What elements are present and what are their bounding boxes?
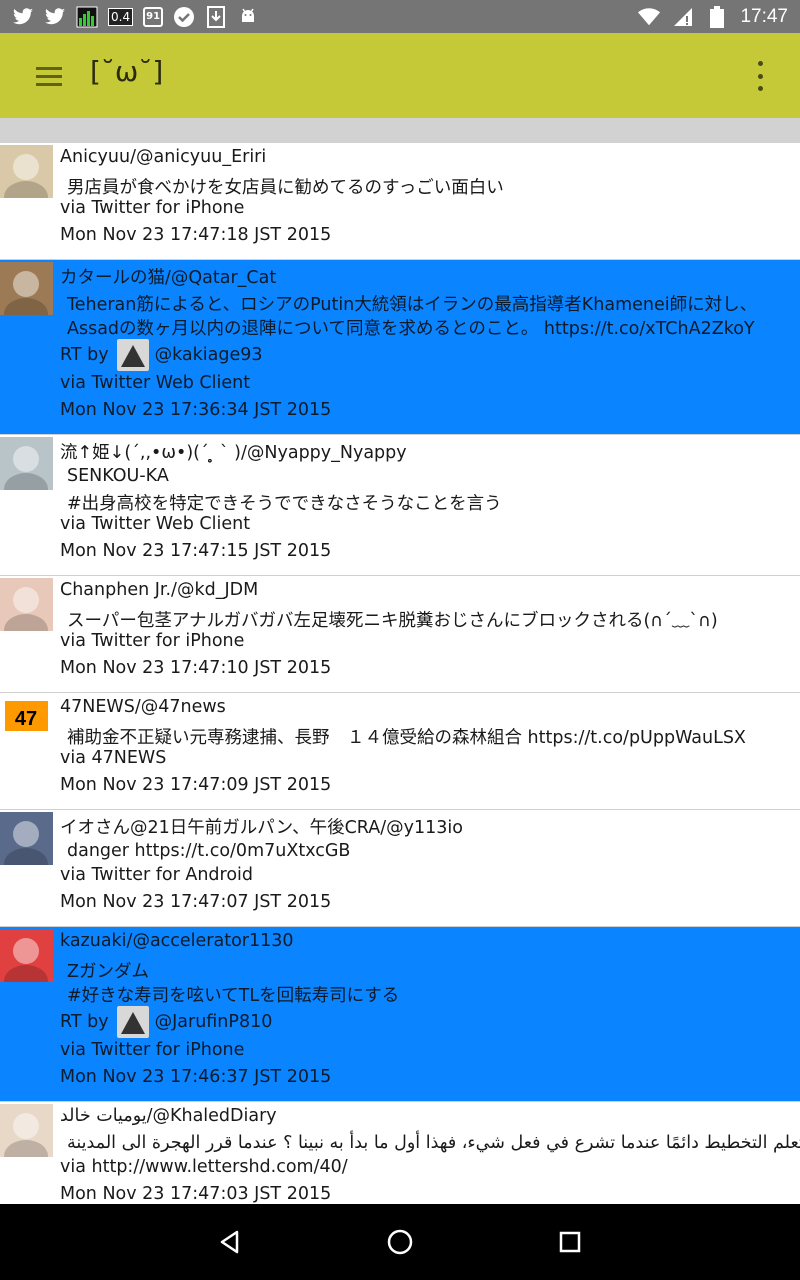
tweet-text: Zガンダム [67,962,149,982]
home-circle-icon[interactable] [382,1224,418,1260]
tweet-author: 47NEWS/@47news [60,697,226,717]
retweeter-handle[interactable]: @JarufinP810 [155,1012,273,1032]
battery-icon [706,5,728,28]
avatar[interactable] [0,578,53,631]
tweet-text: Assadの数ヶ月以内の退陣について同意を求めるとのこと。 https://t.… [67,319,755,339]
tweet-row[interactable]: イオさん@21日午前ガルパン、午後CRA/@y113io danger https… [0,810,800,927]
tweet-source: via Twitter Web Client [60,514,251,534]
tweet-text: #好きな寿司を呟いてTLを回転寿司にする [67,986,400,1006]
tweet-text: SENKOU-KA [67,466,169,486]
avatar[interactable] [0,145,53,198]
tweet-source: via Twitter for iPhone [60,631,245,651]
status-bar-system: 17:47 [638,0,788,33]
status-bar: 0.4 91 17:47 [0,0,800,33]
status-bar-clock: 17:47 [740,5,788,27]
tweet-source: via Twitter for Android [60,865,254,885]
tweet-source: via 47NEWS [60,748,167,768]
tweet-row[interactable]: カタールの猫/@Qatar_Cat Teheran筋によると、ロシアのPutin大… [0,260,800,435]
tweet-row[interactable]: يوميات خالد/@KhaledDiary تعلم التخطيط دائ… [0,1102,800,1204]
rt-prefix: RT by [60,1012,109,1032]
tweet-text: スーパー包茎アナルガバガバ左足壊死ニキ脱糞おじさんにブロックされる(∩´﹏`∩) [67,611,718,631]
wifi-icon [638,6,661,28]
tweet-author: イオさん@21日午前ガルパン、午後CRA/@y113io [60,818,463,838]
tweet-source: via http://www.lettershd.com/40/ [60,1157,348,1177]
tweet-text: تعلم التخطيط دائمًا عندما تشرع في فعل شي… [67,1133,800,1153]
tweet-timestamp: Mon Nov 23 17:47:07 JST 2015 [60,892,332,912]
retweeted-by: RT by @kakiage93 [60,339,263,371]
signal-icon [672,6,694,28]
tweet-timestamp: Mon Nov 23 17:47:09 JST 2015 [60,775,332,795]
tweet-author: カタールの猫/@Qatar_Cat [60,268,277,288]
tweet-timestamp: Mon Nov 23 17:47:15 JST 2015 [60,541,332,561]
retweeter-avatar[interactable] [116,339,149,371]
tweet-author: 流↑姫↓(´,,•ω•)(´ ̥̥̥ ` )/@Nyappy_Nyappy [60,443,407,463]
back-triangle-icon[interactable] [212,1224,248,1260]
avatar[interactable]: 47 [0,695,53,748]
retweeter-handle[interactable]: @kakiage93 [155,345,263,365]
page-title: [˘ω˘] [90,55,164,88]
monitor-icon [76,6,98,28]
hamburger-menu-icon[interactable] [26,55,72,97]
tweet-row[interactable]: kazuaki/@accelerator1130 Zガンダム #好きな寿司を呟いて… [0,927,800,1102]
tweet-timestamp: Mon Nov 23 17:47:10 JST 2015 [60,658,332,678]
tweet-author: Chanphen Jr./@kd_JDM [60,580,259,600]
avatar[interactable] [0,262,53,315]
tweet-author: kazuaki/@accelerator1130 [60,931,294,951]
twitter-icon [12,6,34,28]
navigation-bar [0,1204,800,1280]
overflow-menu-icon[interactable] [748,61,772,91]
twitter-icon [44,6,66,28]
tweet-row[interactable]: Anicyuu/@anicyuu_Eriri 男店員が食べかけを女店員に勧めてるの… [0,143,800,260]
avatar[interactable] [0,1104,53,1157]
tweet-text: danger https://t.co/0m7uXtxcGB [67,841,351,861]
list-header-divider [0,118,800,143]
tweet-text: 補助金不正疑い元専務逮捕、長野 １４億受給の森林組合 https://t.co/… [67,728,746,748]
tweet-timeline[interactable]: Anicyuu/@anicyuu_Eriri 男店員が食べかけを女店員に勧めてるの… [0,143,800,1204]
tweet-row[interactable]: 流↑姫↓(´,,•ω•)(´ ̥̥̥ ` )/@Nyappy_Nyappy SEN… [0,435,800,576]
tweet-author: Anicyuu/@anicyuu_Eriri [60,147,267,167]
tweet-text: Teheran筋によると、ロシアのPutin大統領はイランの最高指導者Khame… [67,295,758,315]
tweet-timestamp: Mon Nov 23 17:47:03 JST 2015 [60,1184,332,1204]
cpu-icon: 0.4 [108,7,134,26]
tweet-text: #出身高校を特定できそうでできなさそうなことを言う [67,494,502,514]
recents-square-icon[interactable] [552,1224,588,1260]
svg-text:47: 47 [15,708,37,730]
tweet-timestamp: Mon Nov 23 17:46:37 JST 2015 [60,1067,332,1087]
avatar[interactable] [0,437,53,490]
avatar[interactable] [0,812,53,865]
tweet-row[interactable]: 47 47NEWS/@47news 補助金不正疑い元専務逮捕、長野 １４億受給の森林… [0,693,800,810]
badge-icon: 91 [143,6,164,27]
download-icon [205,5,227,28]
tweet-source: via Twitter Web Client [60,373,251,393]
tweet-timestamp: Mon Nov 23 17:36:34 JST 2015 [60,400,332,420]
avatar[interactable] [0,929,53,982]
tweet-source: via Twitter for iPhone [60,198,245,218]
tweet-author: يوميات خالد/@KhaledDiary [60,1106,277,1126]
check-icon [173,6,195,28]
retweeted-by: RT by @JarufinP810 [60,1006,272,1038]
rt-prefix: RT by [60,345,109,365]
tweet-text: 男店員が食べかけを女店員に勧めてるのすっごい面白い [67,178,504,198]
tweet-timestamp: Mon Nov 23 17:47:18 JST 2015 [60,225,332,245]
app-toolbar: [˘ω˘] [0,33,800,118]
android-icon [237,6,259,28]
tweet-source: via Twitter for iPhone [60,1040,245,1060]
tweet-row[interactable]: Chanphen Jr./@kd_JDM スーパー包茎アナルガバガバ左足壊死ニキ脱… [0,576,800,693]
retweeter-avatar[interactable] [116,1006,149,1038]
status-bar-notifications: 0.4 91 [12,0,259,33]
